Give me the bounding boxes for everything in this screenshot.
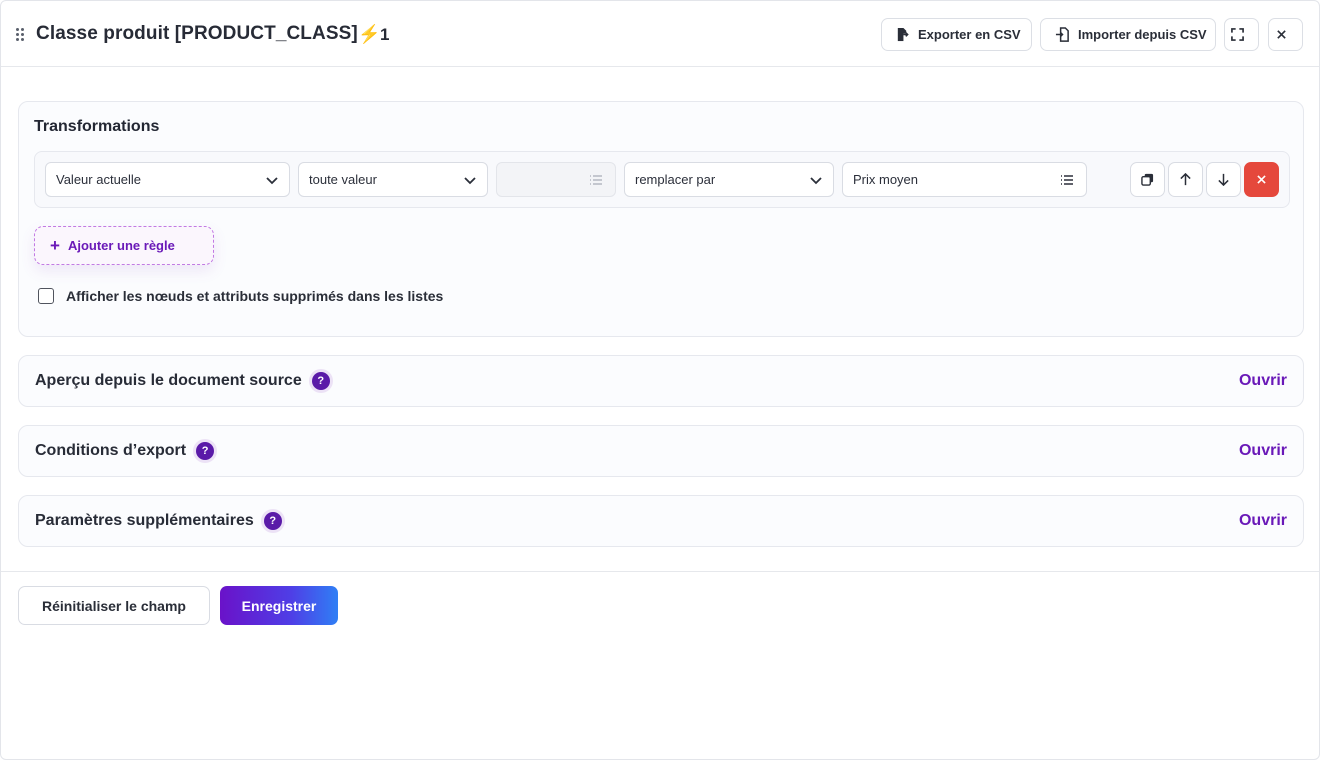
field-config-panel: Classe produit [PRODUCT_CLASS] ⚡ 1 Expor… xyxy=(0,0,1320,760)
reset-field-button[interactable]: Réinitialiser le champ xyxy=(18,586,210,625)
condition-select[interactable]: toute valeur xyxy=(298,162,488,197)
export-csv-button[interactable]: Exporter en CSV xyxy=(881,18,1032,51)
transformation-count: 1 xyxy=(380,25,390,44)
page-title: Classe produit [PRODUCT_CLASS] xyxy=(36,23,358,44)
expand-icon xyxy=(1231,28,1244,41)
source-select-value: Valeur actuelle xyxy=(56,172,142,187)
move-rule-down-button[interactable] xyxy=(1206,162,1241,197)
file-export-icon xyxy=(897,27,909,42)
chevron-down-icon xyxy=(810,177,822,185)
help-icon[interactable]: ? xyxy=(311,372,330,390)
help-icon[interactable]: ? xyxy=(196,442,215,460)
preview-open-link[interactable]: Ouvrir xyxy=(1239,372,1287,390)
plus-icon: + xyxy=(50,236,60,255)
save-button[interactable]: Enregistrer xyxy=(220,586,338,625)
export-conditions-section[interactable]: Conditions d’export ? Ouvrir xyxy=(18,425,1304,477)
add-rule-label: Ajouter une règle xyxy=(67,238,175,253)
arrow-down-icon xyxy=(1218,173,1229,186)
list-icon[interactable] xyxy=(1060,173,1074,187)
transformations-section: Transformations Valeur actuelle toute va… xyxy=(18,101,1304,337)
list-icon xyxy=(590,175,602,185)
close-icon xyxy=(1277,30,1286,39)
duplicate-rule-button[interactable] xyxy=(1130,162,1165,197)
add-rule-button[interactable]: + Ajouter une règle xyxy=(34,226,214,265)
export-conditions-title: Conditions d’export xyxy=(35,442,187,459)
condition-value-input[interactable] xyxy=(496,162,616,197)
preview-section-title: Aperçu depuis le document source xyxy=(35,372,302,389)
action-select-value: remplacer par xyxy=(635,172,716,187)
source-select[interactable]: Valeur actuelle xyxy=(45,162,290,197)
close-button[interactable] xyxy=(1268,18,1303,51)
lightning-icon: ⚡ xyxy=(358,24,381,44)
panel-header: Classe produit [PRODUCT_CLASS] ⚡ 1 Expor… xyxy=(1,1,1319,67)
move-rule-up-button[interactable] xyxy=(1168,162,1203,197)
show-deleted-checkbox[interactable] xyxy=(38,288,54,304)
delete-rule-button[interactable] xyxy=(1244,162,1279,197)
fullscreen-button[interactable] xyxy=(1224,18,1259,51)
additional-settings-open-link[interactable]: Ouvrir xyxy=(1239,512,1287,530)
target-value-input[interactable]: Prix moyen xyxy=(842,162,1087,197)
action-select[interactable]: remplacer par xyxy=(624,162,834,197)
chevron-down-icon xyxy=(464,177,476,185)
preview-section[interactable]: Aperçu depuis le document source ? Ouvri… xyxy=(18,355,1304,407)
close-icon xyxy=(1257,175,1266,184)
export-conditions-open-link[interactable]: Ouvrir xyxy=(1239,442,1287,460)
file-import-icon xyxy=(1055,27,1069,42)
export-csv-label: Exporter en CSV xyxy=(918,27,1021,42)
help-icon[interactable]: ? xyxy=(263,512,282,530)
copy-icon xyxy=(1141,173,1154,186)
chevron-down-icon xyxy=(266,177,278,185)
condition-select-value: toute valeur xyxy=(309,172,377,187)
transformation-rule-row: Valeur actuelle toute valeur remplacer p… xyxy=(34,151,1290,208)
additional-settings-section[interactable]: Paramètres supplémentaires ? Ouvrir xyxy=(18,495,1304,547)
additional-settings-title: Paramètres supplémentaires xyxy=(35,512,254,529)
target-value-text: Prix moyen xyxy=(853,172,919,187)
show-deleted-label[interactable]: Afficher les nœuds et attributs supprimé… xyxy=(66,288,443,304)
import-csv-button[interactable]: Importer depuis CSV xyxy=(1040,18,1216,51)
footer-divider xyxy=(1,571,1319,572)
drag-handle-icon[interactable] xyxy=(16,28,26,42)
import-csv-label: Importer depuis CSV xyxy=(1078,27,1207,42)
arrow-up-icon xyxy=(1180,173,1191,186)
transformations-title: Transformations xyxy=(34,118,160,135)
